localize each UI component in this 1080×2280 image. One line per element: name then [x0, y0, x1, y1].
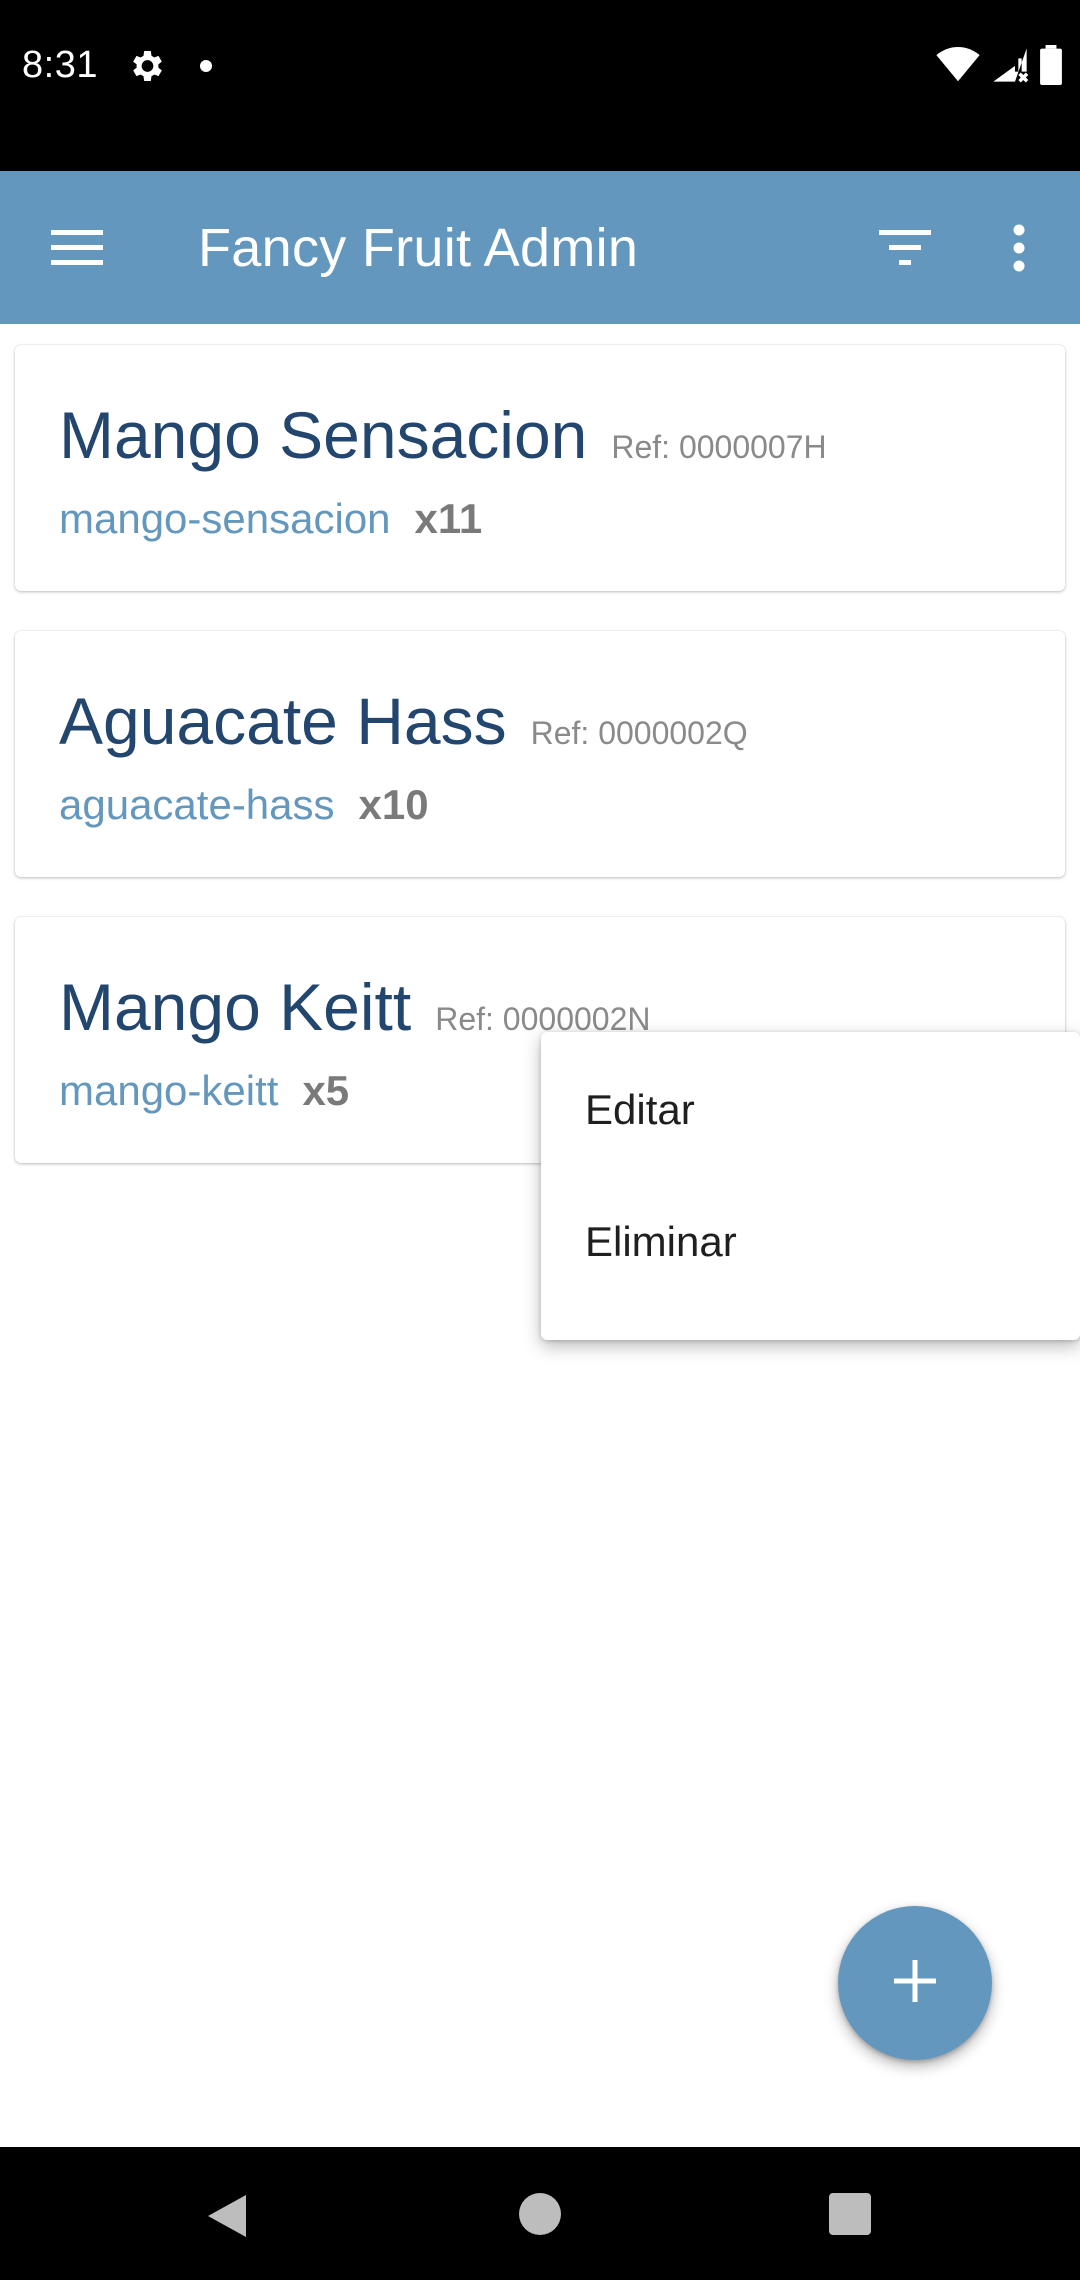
product-name: Mango Sensacion	[59, 398, 588, 472]
battery-icon	[1040, 44, 1062, 90]
product-quantity: x5	[302, 1067, 350, 1114]
card-sub-row: mango-keitt x5	[59, 1067, 349, 1115]
product-slug: aguacate-hass	[59, 781, 335, 828]
product-quantity: x10	[358, 781, 429, 828]
product-quantity: x11	[414, 495, 483, 542]
product-card[interactable]: Mango Sensacion Ref: 0000007H mango-sens…	[15, 345, 1065, 591]
card-sub-row: mango-sensacion x11	[59, 495, 482, 543]
card-sub-row: aguacate-hass x10	[59, 781, 429, 829]
status-icons	[936, 44, 1062, 90]
product-slug: mango-keitt	[59, 1067, 279, 1114]
gear-icon	[126, 46, 166, 86]
app-title: Fancy Fruit Admin	[198, 218, 639, 278]
status-time: 8:31	[22, 44, 98, 86]
filter-icon[interactable]	[864, 207, 946, 289]
product-ref: Ref: 0000007H	[611, 429, 827, 465]
navigation-bar	[0, 2147, 1080, 2280]
wifi-icon	[936, 46, 980, 88]
context-menu: Editar Eliminar	[541, 1032, 1080, 1340]
card-title-row: Aguacate Hass Ref: 0000002Q	[59, 683, 748, 759]
add-button[interactable]	[838, 1906, 992, 2060]
more-vert-icon[interactable]	[978, 207, 1060, 289]
product-ref: Ref: 0000002Q	[530, 715, 748, 751]
product-name: Mango Keitt	[59, 970, 412, 1044]
cell-signal-icon	[990, 45, 1030, 90]
status-bar: 8:31	[0, 0, 1080, 171]
back-icon[interactable]	[202, 2191, 252, 2241]
add-icon	[894, 1959, 936, 2007]
notification-dot-icon	[200, 60, 212, 72]
menu-item-delete[interactable]: Eliminar	[541, 1176, 1080, 1308]
app-bar: Fancy Fruit Admin	[0, 171, 1080, 324]
home-icon[interactable]	[519, 2193, 561, 2235]
menu-item-edit[interactable]: Editar	[541, 1044, 1080, 1176]
product-card[interactable]: Aguacate Hass Ref: 0000002Q aguacate-has…	[15, 631, 1065, 877]
menu-icon[interactable]	[36, 207, 118, 289]
recents-icon[interactable]	[829, 2193, 871, 2235]
product-slug: mango-sensacion	[59, 495, 391, 542]
product-name: Aguacate Hass	[59, 684, 507, 758]
card-title-row: Mango Sensacion Ref: 0000007H	[59, 397, 827, 473]
